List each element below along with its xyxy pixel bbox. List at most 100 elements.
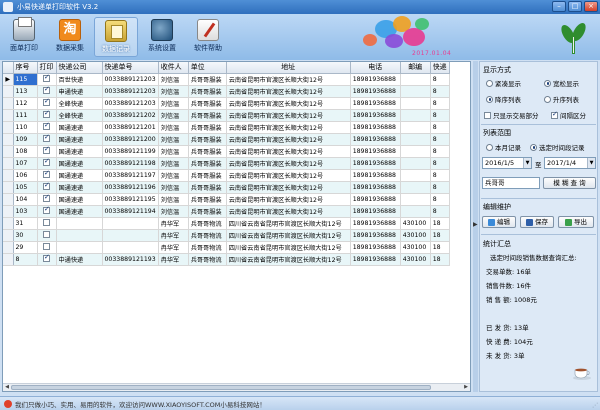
save-button[interactable]: 保存 bbox=[520, 216, 554, 228]
row-indicator[interactable] bbox=[3, 205, 14, 218]
row-indicator[interactable] bbox=[3, 145, 14, 158]
printed-checkbox[interactable] bbox=[43, 133, 50, 143]
printed-checkbox[interactable] bbox=[43, 169, 50, 179]
printed-checkbox[interactable] bbox=[43, 109, 50, 119]
cell-printed[interactable] bbox=[37, 97, 57, 110]
wide-radio[interactable] bbox=[544, 79, 551, 87]
row-indicator[interactable] bbox=[3, 241, 14, 254]
cell-printed[interactable] bbox=[37, 253, 57, 266]
panel-splitter[interactable]: ▶ bbox=[473, 61, 478, 392]
option-wide[interactable]: 宽松显示 bbox=[544, 78, 579, 88]
printed-checkbox[interactable] bbox=[43, 181, 50, 191]
row-indicator[interactable]: ▶ bbox=[3, 73, 14, 86]
printed-checkbox[interactable] bbox=[43, 121, 50, 131]
cell-printed[interactable] bbox=[37, 229, 57, 242]
cell-printed[interactable] bbox=[37, 217, 57, 230]
splitter-arrow-icon[interactable]: ▶ bbox=[473, 221, 478, 228]
toolbar-settings-button[interactable]: 系统设置 bbox=[140, 17, 184, 57]
toolbar-collect-button[interactable]: 淘 数据采集 bbox=[48, 17, 92, 57]
row-indicator[interactable] bbox=[3, 85, 14, 98]
only-trade-checkbox[interactable] bbox=[484, 111, 491, 119]
printed-checkbox[interactable] bbox=[43, 73, 50, 83]
table-row[interactable]: 107 国通速递0033889121198刘信温兵哥哥服装云南省昆明市官渡区长顺大… bbox=[3, 157, 450, 170]
printed-checkbox[interactable] bbox=[43, 219, 50, 227]
printed-checkbox[interactable] bbox=[43, 231, 50, 239]
table-row[interactable]: 30 冉华军 兵哥哥物流 四川省云南省昆明市官渡区长顺大街12号 18981936888… bbox=[3, 229, 450, 242]
cell-printed[interactable] bbox=[37, 205, 57, 218]
col-header-recipient[interactable]: 收件人 bbox=[158, 62, 189, 74]
scroll-thumb[interactable] bbox=[11, 385, 431, 390]
col-header-print[interactable]: 打印 bbox=[37, 62, 57, 74]
date-to-picker[interactable]: 2017/1/4 ▼ bbox=[544, 157, 596, 169]
printed-checkbox[interactable] bbox=[43, 85, 50, 95]
date-from-picker[interactable]: 2016/1/5 ▼ bbox=[482, 157, 532, 169]
selected-period-radio[interactable] bbox=[530, 143, 537, 151]
cell-printed[interactable] bbox=[37, 193, 57, 206]
option-this-month[interactable]: 本月记录 bbox=[486, 142, 521, 152]
toolbar-record-button[interactable]: 数据记录 bbox=[94, 17, 138, 57]
table-row[interactable]: 29 冉华军 兵哥哥物流 四川省云南省昆明市官渡区长顺大街12号 18981936888… bbox=[3, 241, 450, 254]
table-row[interactable]: 103 国通速递0033889121194刘信温兵哥哥服装云南省昆明市官渡区长顺大… bbox=[3, 205, 450, 218]
cell-printed[interactable] bbox=[37, 85, 57, 98]
table-row[interactable]: 8 中通快递0033889121193冉华军兵哥哥物流四川省云南省昆明市官渡区长顺… bbox=[3, 253, 450, 266]
compact-radio[interactable] bbox=[486, 79, 493, 87]
col-header-unit[interactable]: 单位 bbox=[188, 62, 227, 74]
row-indicator[interactable] bbox=[3, 133, 14, 146]
printed-checkbox[interactable] bbox=[43, 243, 50, 251]
col-header-zip[interactable]: 邮编 bbox=[400, 62, 431, 74]
cell-printed[interactable] bbox=[37, 157, 57, 170]
cell-printed[interactable] bbox=[37, 109, 57, 122]
cell-printed[interactable] bbox=[37, 181, 57, 194]
row-indicator[interactable] bbox=[3, 193, 14, 206]
table-row[interactable]: 108 国通速递0033889121199刘信温兵哥哥服装云南省昆明市官渡区长顺大… bbox=[3, 145, 450, 158]
printed-checkbox[interactable] bbox=[43, 157, 50, 167]
row-indicator[interactable] bbox=[3, 253, 14, 266]
resize-grip-icon[interactable]: ⋰ bbox=[592, 402, 598, 409]
maximize-button[interactable]: □ bbox=[568, 1, 582, 12]
row-indicator[interactable] bbox=[3, 121, 14, 134]
table-row[interactable]: 106 国通速递0033889121197刘信温兵哥哥服装云南省昆明市官渡区长顺大… bbox=[3, 169, 450, 182]
printed-checkbox[interactable] bbox=[43, 253, 50, 263]
separate-checkbox[interactable] bbox=[551, 110, 558, 119]
table-row[interactable]: 112 全峰快递0033889121203刘信温兵哥哥服装云南省昆明市官渡区长顺大… bbox=[3, 97, 450, 110]
date-from-dropdown-icon[interactable]: ▼ bbox=[523, 158, 531, 168]
row-indicator[interactable] bbox=[3, 169, 14, 182]
option-desc[interactable]: 降序列表 bbox=[486, 94, 521, 104]
toolbar-print-button[interactable]: 面单打印 bbox=[2, 17, 46, 57]
row-indicator[interactable] bbox=[3, 97, 14, 110]
col-header-address[interactable]: 地址 bbox=[226, 62, 351, 74]
row-indicator[interactable] bbox=[3, 229, 14, 242]
option-selected-period[interactable]: 选定时间段记录 bbox=[530, 142, 585, 152]
records-grid[interactable]: 序号 打印 快递公司 快递单号 收件人 单位 地址 电话 邮编 快递 ▶115百… bbox=[2, 61, 471, 392]
printed-checkbox[interactable] bbox=[43, 97, 50, 107]
table-row[interactable]: 109 国通速递0033889121200刘信温兵哥哥服装云南省昆明市官渡区长顺大… bbox=[3, 133, 450, 146]
option-separate[interactable]: 间隔区分 bbox=[551, 110, 586, 120]
scroll-right-icon[interactable]: ▶ bbox=[462, 384, 470, 391]
row-indicator[interactable] bbox=[3, 217, 14, 230]
table-row[interactable]: 104 国通速递0033889121195刘信温兵哥哥服装云南省昆明市官渡区长顺大… bbox=[3, 193, 450, 206]
table-row[interactable]: 110 国通速递0033889121201刘信温兵哥哥服装云南省昆明市官渡区长顺大… bbox=[3, 121, 450, 134]
edit-button[interactable]: 编辑 bbox=[482, 216, 516, 228]
col-header-phone[interactable]: 电话 bbox=[350, 62, 401, 74]
table-row[interactable]: 111 全峰快递0033889121202刘信温兵哥哥服装云南省昆明市官渡区长顺大… bbox=[3, 109, 450, 122]
close-button[interactable]: × bbox=[584, 1, 598, 12]
minimize-button[interactable]: – bbox=[552, 1, 566, 12]
row-indicator[interactable] bbox=[3, 109, 14, 122]
printed-checkbox[interactable] bbox=[43, 145, 50, 155]
option-compact[interactable]: 紧凑显示 bbox=[486, 78, 521, 88]
date-to-dropdown-icon[interactable]: ▼ bbox=[587, 158, 595, 168]
horizontal-scrollbar[interactable]: ◀ ▶ bbox=[3, 383, 470, 391]
table-row[interactable]: 105 国通速递0033889121196刘信温兵哥哥服装云南省昆明市官渡区长顺大… bbox=[3, 181, 450, 194]
col-header-extra[interactable]: 快递 bbox=[430, 62, 450, 74]
col-header-seq[interactable]: 序号 bbox=[13, 62, 38, 74]
cell-printed[interactable] bbox=[37, 133, 57, 146]
asc-radio[interactable] bbox=[544, 95, 551, 103]
fuzzy-query-button[interactable]: 模 糊 查 询 bbox=[543, 177, 596, 189]
toolbar-help-button[interactable]: 软件帮助 bbox=[186, 17, 230, 57]
status-text[interactable]: 我们只做小巧、实用、易用的软件，欢迎访问WWW.XIAOYISOFT.COM小易… bbox=[15, 399, 266, 409]
col-header-tracking[interactable]: 快递单号 bbox=[102, 62, 159, 74]
table-row[interactable]: 31 冉华军 兵哥哥物流 四川省云南省昆明市官渡区长顺大街12号 18981936888… bbox=[3, 217, 450, 230]
export-button[interactable]: 导出 bbox=[558, 216, 594, 228]
desc-radio[interactable] bbox=[486, 95, 493, 103]
row-indicator[interactable] bbox=[3, 157, 14, 170]
